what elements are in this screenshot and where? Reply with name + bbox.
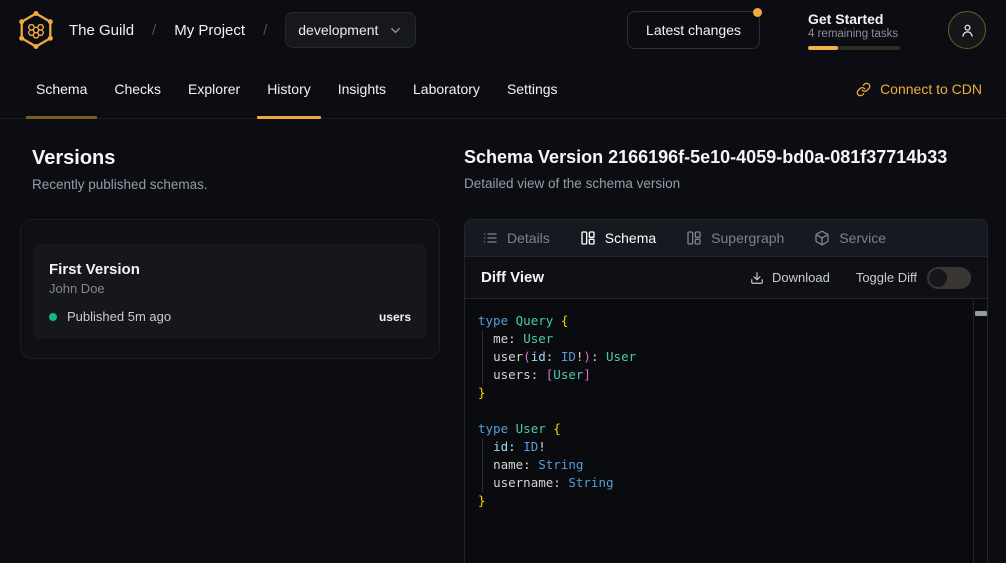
version-author: John Doe xyxy=(49,281,411,296)
version-name: First Version xyxy=(49,261,411,278)
latest-changes-label: Latest changes xyxy=(646,22,741,38)
nav-tab-schema[interactable]: Schema xyxy=(26,60,97,118)
nav-tab-history[interactable]: History xyxy=(257,60,321,118)
nav-tab-insights[interactable]: Insights xyxy=(328,60,396,118)
notification-dot xyxy=(753,8,762,17)
schema-version-subtitle: Detailed view of the schema version xyxy=(464,176,988,191)
cube-icon xyxy=(814,230,830,246)
code-line: name: String xyxy=(478,456,971,474)
header-right: Latest changes Get Started 4 remaining t… xyxy=(627,11,986,50)
nav-tab-settings[interactable]: Settings xyxy=(497,60,568,118)
get-started-subtitle: 4 remaining tasks xyxy=(808,28,900,40)
code-line: username: String xyxy=(478,474,971,492)
breadcrumb-org[interactable]: The Guild xyxy=(69,22,134,39)
diff-view-title: Diff View xyxy=(481,269,544,286)
project-nav: Schema Checks Explorer History Insights … xyxy=(0,60,1006,119)
connect-to-cdn-link[interactable]: Connect to CDN xyxy=(856,60,982,118)
top-header: The Guild / My Project / development Lat… xyxy=(0,0,1006,60)
app-window: The Guild / My Project / development Lat… xyxy=(0,0,1006,563)
nav-tabs: Schema Checks Explorer History Insights … xyxy=(26,60,568,118)
detail-tab-supergraph[interactable]: Supergraph xyxy=(686,230,784,246)
get-started-title: Get Started xyxy=(808,11,900,27)
versions-subtitle: Recently published schemas. xyxy=(32,177,440,192)
code-scrollbar[interactable] xyxy=(973,300,987,563)
connect-to-cdn-label: Connect to CDN xyxy=(880,81,982,97)
code-line: } xyxy=(478,492,971,510)
latest-changes-button[interactable]: Latest changes xyxy=(627,11,760,49)
target-selector[interactable]: development xyxy=(285,12,416,48)
code-line: } xyxy=(478,384,971,402)
service-badge: users xyxy=(379,310,411,324)
nav-tab-laboratory[interactable]: Laboratory xyxy=(403,60,490,118)
user-avatar[interactable] xyxy=(948,11,986,49)
code-line: me: User xyxy=(478,330,971,348)
detail-tabs: Details Schema xyxy=(465,220,987,257)
code-content: type Query { me: User user(id: ID!): Use… xyxy=(478,312,971,510)
diff-view-header: Diff View Download Toggle Diff xyxy=(465,257,987,298)
schema-version-detail: Schema Version 2166196f-5e10-4059-bd0a-0… xyxy=(464,120,1006,563)
schema-code-viewer: type Query { me: User user(id: ID!): Use… xyxy=(465,298,987,563)
code-line: user(id: ID!): User xyxy=(478,348,971,366)
toggle-diff-switch[interactable] xyxy=(927,267,971,289)
code-line: users: [User] xyxy=(478,366,971,384)
download-button[interactable]: Download xyxy=(750,270,830,285)
versions-title: Versions xyxy=(32,147,440,170)
code-line xyxy=(478,402,971,420)
columns-icon xyxy=(686,230,702,246)
link-icon xyxy=(856,82,871,97)
version-status: Published 5m ago xyxy=(67,309,171,324)
breadcrumb-separator: / xyxy=(152,22,156,39)
download-icon xyxy=(750,271,764,285)
detail-tab-service[interactable]: Service xyxy=(814,230,886,246)
detail-tab-schema[interactable]: Schema xyxy=(580,230,656,246)
hive-logo-icon[interactable] xyxy=(16,10,56,50)
target-selector-value: development xyxy=(298,22,378,38)
get-started-progressbar xyxy=(808,46,900,50)
get-started-progress-fill xyxy=(808,46,838,50)
published-status-dot xyxy=(49,313,57,321)
detail-tab-details[interactable]: Details xyxy=(482,230,550,246)
code-line: id: ID! xyxy=(478,438,971,456)
version-detail-panel: Details Schema xyxy=(464,219,988,563)
toggle-diff-label: Toggle Diff xyxy=(856,270,917,285)
toggle-diff-knob xyxy=(929,269,947,287)
list-icon xyxy=(482,230,498,246)
columns-icon xyxy=(580,230,596,246)
person-icon xyxy=(959,22,976,39)
nav-tab-explorer[interactable]: Explorer xyxy=(178,60,250,118)
breadcrumb-separator: / xyxy=(263,22,267,39)
versions-list: First Version John Doe Published 5m ago … xyxy=(20,219,440,359)
code-scrollbar-thumb[interactable] xyxy=(975,311,987,316)
version-list-item[interactable]: First Version John Doe Published 5m ago … xyxy=(33,244,427,339)
breadcrumb: The Guild / My Project / xyxy=(69,22,267,39)
code-line: type User { xyxy=(478,420,971,438)
versions-panel: Versions Recently published schemas. Fir… xyxy=(0,120,464,563)
chevron-down-icon xyxy=(388,23,403,38)
schema-version-title: Schema Version 2166196f-5e10-4059-bd0a-0… xyxy=(464,147,988,168)
code-line: type Query { xyxy=(478,312,971,330)
main-content: Versions Recently published schemas. Fir… xyxy=(0,120,1006,563)
get-started-widget[interactable]: Get Started 4 remaining tasks xyxy=(808,11,900,50)
nav-tab-checks[interactable]: Checks xyxy=(104,60,171,118)
breadcrumb-project[interactable]: My Project xyxy=(174,22,245,39)
